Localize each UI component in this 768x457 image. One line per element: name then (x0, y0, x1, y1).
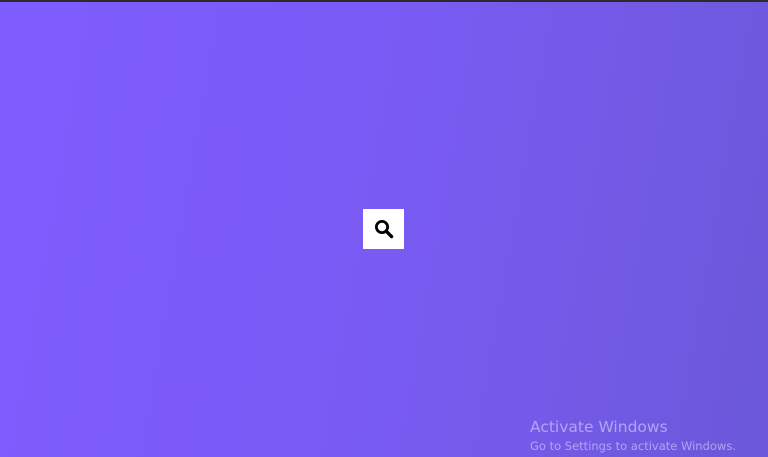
page-background: Activate Windows Go to Settings to activ… (0, 0, 768, 457)
window-top-border (0, 0, 768, 2)
watermark-title: Activate Windows (530, 418, 668, 436)
activate-windows-watermark: Activate Windows Go to Settings to activ… (530, 417, 736, 454)
search-icon (374, 219, 394, 239)
watermark-subtitle: Go to Settings to activate Windows. (530, 439, 736, 453)
search-button[interactable] (363, 209, 404, 249)
